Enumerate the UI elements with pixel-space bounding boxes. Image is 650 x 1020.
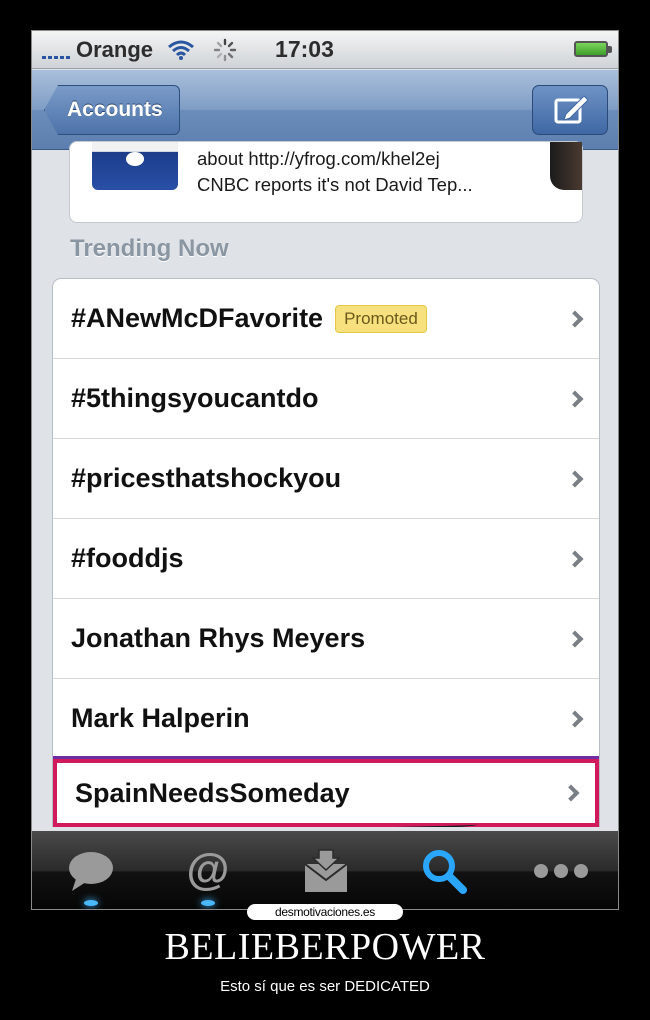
timeline-icon (68, 852, 113, 891)
trend-label: #pricesthatshockyou (71, 463, 342, 493)
tab-bar: @ (32, 831, 618, 909)
chevron-right-icon (566, 470, 584, 487)
mentions-icon: @ (187, 846, 230, 894)
tweet-preview-text: about http://yfrog.com/khel2ej CNBC repo… (197, 146, 537, 198)
chevron-right-icon (566, 550, 584, 567)
trend-item-5thingsyoucantdo[interactable]: #5thingsyoucantdo (53, 359, 599, 439)
status-bar: Orange 17:03 (32, 31, 618, 69)
phone-screen: Orange 17:03 Accounts about http://yfrog… (31, 30, 619, 910)
more-icon (534, 864, 589, 878)
chevron-right-icon (566, 630, 584, 647)
trend-label: #fooddjs (71, 543, 184, 573)
compose-button[interactable] (532, 85, 608, 135)
tab-mentions[interactable]: @ (163, 836, 253, 906)
site-watermark: desmotivaciones.es (247, 904, 403, 920)
carrier-label: Orange (76, 36, 154, 62)
chevron-right-icon (562, 784, 580, 802)
trending-now-header: Trending Now (70, 235, 229, 262)
search-icon (422, 850, 467, 894)
hand-drawn-underline (206, 820, 478, 827)
trend-label: #5thingsyoucantdo (71, 383, 319, 413)
clock: 17:03 (275, 36, 334, 62)
trend-item-fooddjs[interactable]: #fooddjs (53, 519, 599, 599)
tab-more[interactable] (516, 836, 606, 906)
wifi-icon (168, 40, 194, 60)
signal-icon (42, 41, 70, 59)
tab-timeline[interactable] (46, 836, 136, 906)
activity-spinner-icon (213, 38, 237, 61)
poster-subtitle: Esto sí que es ser DEDICATED (220, 978, 430, 995)
unread-indicator (201, 900, 216, 906)
messages-icon (304, 849, 348, 892)
unread-indicator (83, 900, 98, 906)
trend-label: Mark Halperin (71, 703, 250, 733)
navigation-bar: Accounts (32, 70, 618, 150)
trend-item-pricesthatshockyou[interactable]: #pricesthatshockyou (53, 439, 599, 519)
trend-item-anewmcdfavorite[interactable]: #ANewMcDFavorite Promoted (53, 279, 599, 359)
chevron-right-icon (566, 710, 584, 727)
svg-text:@: @ (187, 846, 230, 894)
chevron-right-icon (566, 310, 584, 327)
tweet-line: about http://yfrog.com/khel2ej (197, 148, 440, 169)
avatar (92, 142, 178, 190)
tweet-line: CNBC reports it's not David Tep... (197, 174, 473, 195)
trending-list: #ANewMcDFavorite Promoted #5thingsyoucan… (52, 278, 600, 827)
trend-label: Jonathan Rhys Meyers (71, 623, 366, 653)
poster-title: BELIEBERPOWER (164, 926, 486, 968)
battery-icon (574, 41, 612, 57)
trend-label: SpainNeedsSomeday (75, 777, 350, 808)
compose-icon (554, 95, 589, 124)
avatar (550, 142, 582, 190)
tab-search[interactable] (399, 836, 489, 906)
trend-item-jonathan-rhys-meyers[interactable]: Jonathan Rhys Meyers (53, 599, 599, 679)
tab-messages[interactable] (281, 836, 371, 906)
trends-content: about http://yfrog.com/khel2ej CNBC repo… (32, 141, 618, 831)
promoted-badge: Promoted (335, 304, 427, 333)
trend-label: #ANewMcDFavorite (71, 303, 324, 333)
accounts-back-button[interactable]: Accounts (44, 85, 180, 135)
tweet-preview-card[interactable]: about http://yfrog.com/khel2ej CNBC repo… (69, 141, 583, 223)
trend-item-spainneedssomeday[interactable]: SpainNeedsSomeday (53, 759, 599, 827)
trend-item-mark-halperin[interactable]: Mark Halperin (53, 679, 599, 759)
chevron-right-icon (566, 390, 584, 407)
